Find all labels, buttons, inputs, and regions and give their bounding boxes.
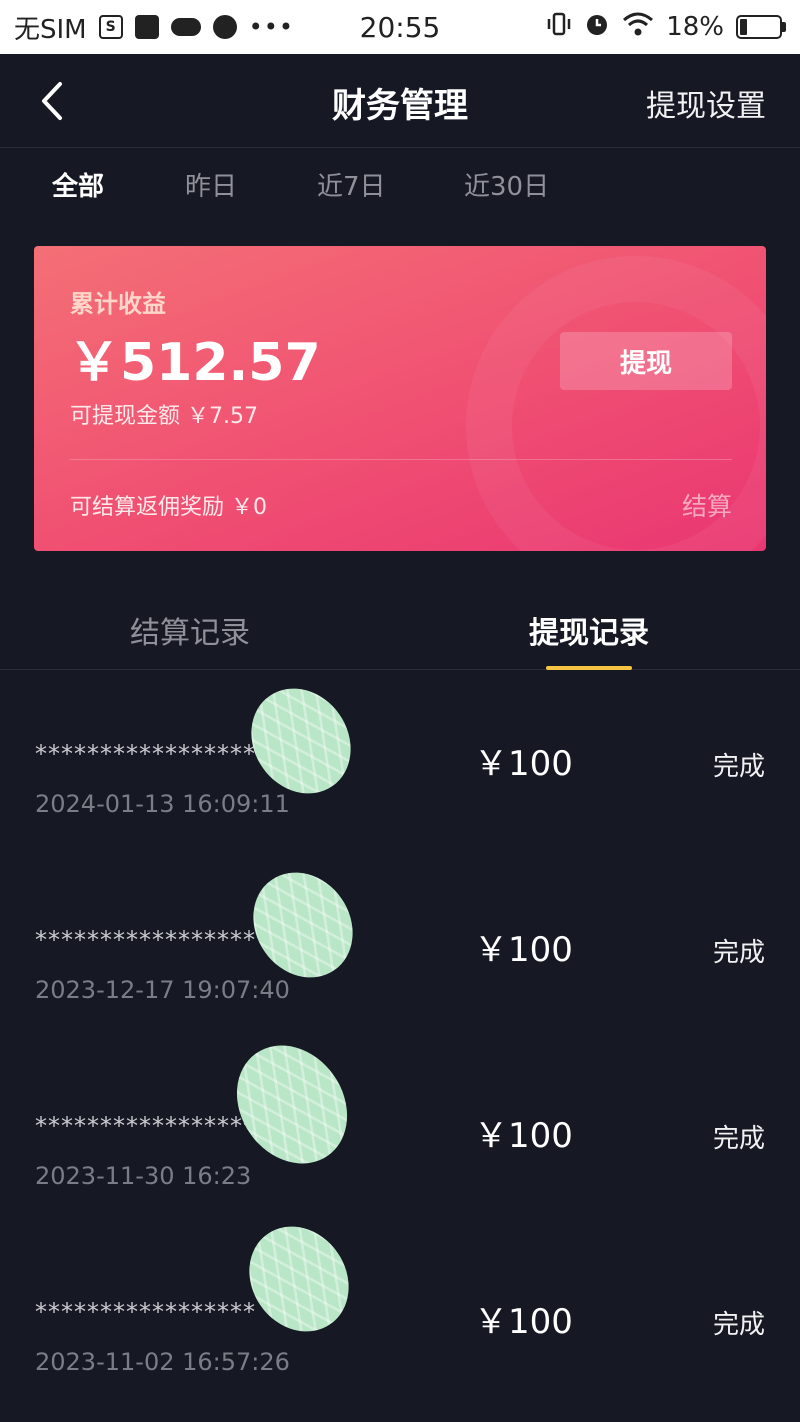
carrier-label: 无SIM [14,14,87,45]
filter-7-days[interactable]: 近7日 [317,166,386,203]
record-date: 2023-11-30 16:23 [35,1162,252,1190]
tab-settlement-records[interactable]: 结算记录 [90,608,290,652]
record-account: ***************** [35,926,256,954]
list-item[interactable]: ***************** 2024-01-13 16:09:11 ￥1… [0,669,800,876]
wifi-icon [622,11,654,44]
record-date: 2023-12-17 19:07:40 [35,976,290,1004]
planet-icon [212,15,237,39]
list-item[interactable]: ***************** 2023-11-02 16:57:26 ￥1… [0,1207,800,1422]
record-tabs: 结算记录 提现记录 [0,590,800,670]
nav-bar: 财务管理 提现设置 [0,54,800,148]
record-account: ***************** [35,1112,256,1140]
record-amount: ￥100 [474,1302,573,1342]
record-status: 完成 [712,1310,765,1340]
battery-icon [736,15,786,39]
tab-withdraw-records[interactable]: 提现记录 [489,608,689,652]
withdraw-button[interactable]: 提现 [560,332,732,390]
record-status: 完成 [712,938,765,968]
status-left: 无SIM S ••• [14,9,294,46]
alarm-icon [584,11,610,44]
cloud-icon [170,18,201,36]
filter-30-days[interactable]: 近30日 [464,166,549,203]
record-account: ***************** [35,1298,256,1326]
list-item[interactable]: ***************** 2023-11-30 16:23 ￥100 … [0,1024,800,1248]
filter-all[interactable]: 全部 [52,166,104,203]
record-account: ***************** [35,740,256,768]
status-right: 18% [546,11,786,44]
filter-yesterday[interactable]: 昨日 [185,166,237,203]
record-amount: ￥100 [474,744,573,784]
rebate-amount: 可结算返佣奖励 ￥0 [70,495,267,520]
earnings-label: 累计收益 [70,290,166,318]
vibrate-icon [546,11,572,44]
settle-button[interactable]: 结算 [682,487,732,523]
card-divider [70,459,732,460]
earnings-total: ￥512.57 [68,333,321,393]
available-amount: 可提现金额 ￥7.57 [70,404,258,429]
record-date: 2024-01-13 16:09:11 [35,790,290,818]
time-filter-tabs: 全部 昨日 近7日 近30日 [0,148,800,218]
status-bar: 无SIM S ••• 20:55 18% [0,0,800,54]
record-status: 完成 [712,1124,765,1154]
battery-percent: 18% [666,12,724,42]
s-box-icon: S [98,15,123,39]
record-amount: ￥100 [474,930,573,970]
withdraw-settings-link[interactable]: 提现设置 [646,81,766,125]
bag-icon [134,15,159,39]
record-amount: ￥100 [474,1116,573,1156]
earnings-card: 累计收益 ￥512.57 可提现金额 ￥7.57 提现 可结算返佣奖励 ￥0 结… [34,246,766,551]
more-dots-icon: ••• [248,13,295,41]
list-item[interactable]: ***************** 2023-12-17 19:07:40 ￥1… [0,853,800,1062]
active-tab-indicator [546,666,632,670]
record-status: 完成 [712,752,765,782]
record-date: 2023-11-02 16:57:26 [35,1348,290,1376]
